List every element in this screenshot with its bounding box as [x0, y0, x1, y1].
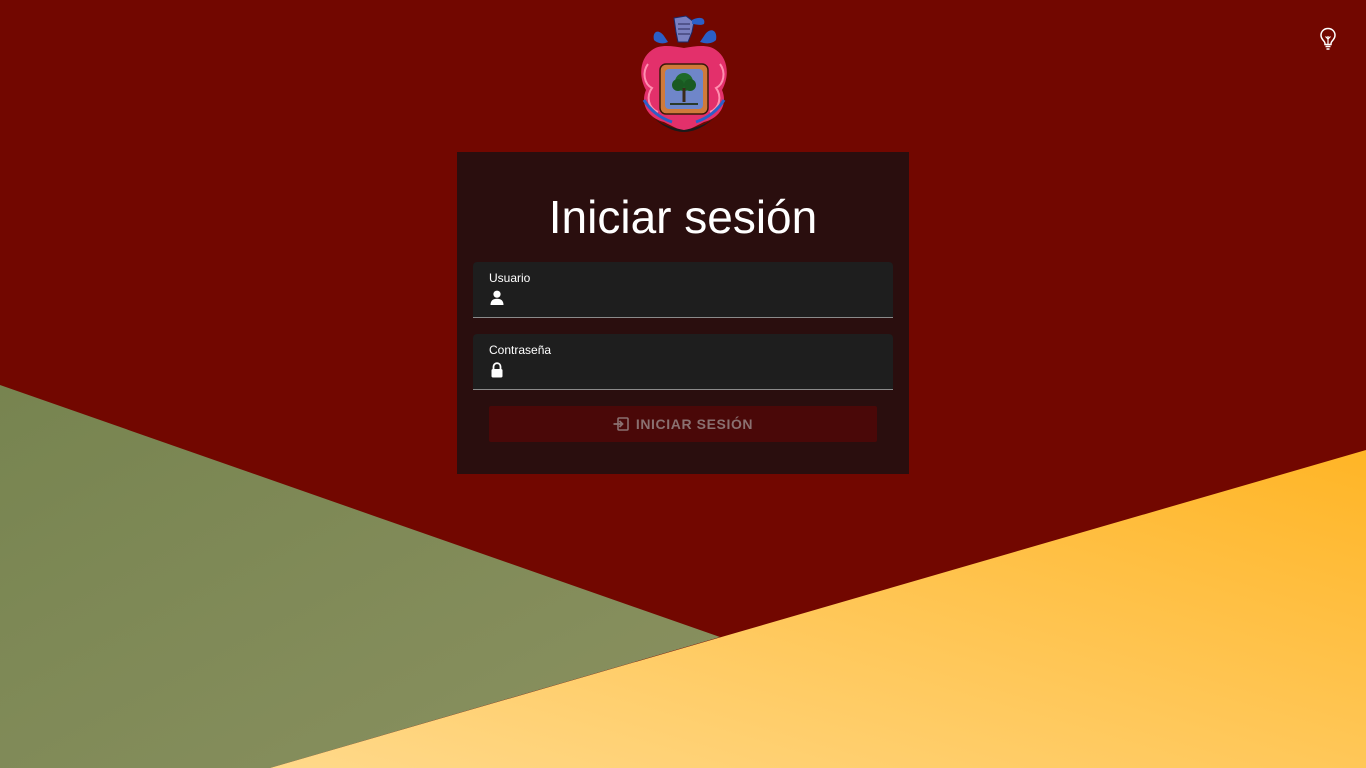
login-button[interactable]: INICIAR SESIÓN: [489, 406, 877, 442]
username-input[interactable]: [513, 288, 873, 310]
password-label: Contraseña: [489, 343, 552, 357]
lock-icon: [491, 362, 503, 378]
login-card: Iniciar sesión Usuario Contraseña INICIA…: [457, 152, 909, 474]
login-icon: [613, 417, 629, 431]
password-input[interactable]: [513, 360, 873, 382]
username-field[interactable]: Usuario: [473, 262, 893, 318]
theme-toggle-button[interactable]: [1314, 24, 1342, 54]
login-button-label: INICIAR SESIÓN: [635, 416, 754, 432]
lightbulb-icon: [1320, 27, 1336, 50]
page-title: Iniciar sesión: [548, 191, 818, 243]
user-icon: [490, 290, 504, 305]
coat-of-arms-logo: [641, 15, 727, 132]
username-label: Usuario: [489, 271, 531, 285]
password-field[interactable]: Contraseña: [473, 334, 893, 390]
